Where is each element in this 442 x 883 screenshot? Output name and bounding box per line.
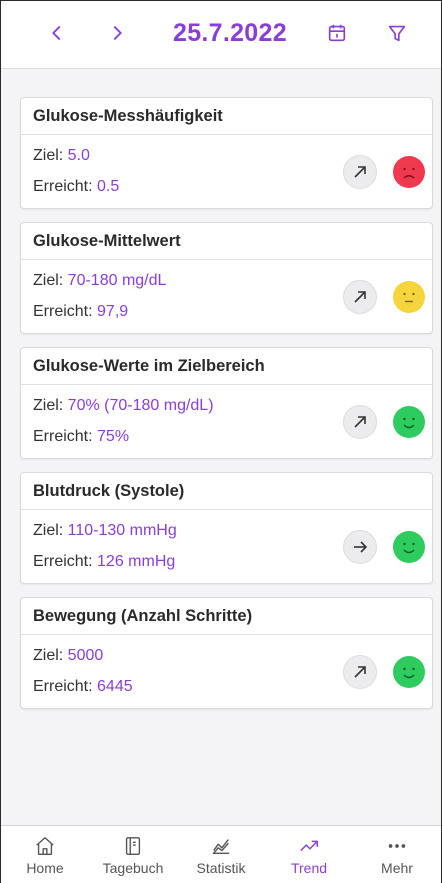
home-icon <box>36 837 54 855</box>
sad-face-icon <box>393 156 425 188</box>
achieved-label: Erreicht: <box>33 678 98 695</box>
selected-date[interactable]: 25.7.2022 <box>173 19 287 48</box>
target-row: Ziel: 70% (70-180 mg/dL) <box>33 397 214 415</box>
card-title: Glukose-Werte im Zielbereich <box>21 348 432 385</box>
trend-button[interactable] <box>343 155 377 189</box>
arrow-right-icon <box>354 541 368 553</box>
target-value: 70-180 mg/dL <box>67 272 167 289</box>
arrow-up-right-icon <box>354 166 366 178</box>
target-value: 5.0 <box>67 147 90 164</box>
goal-card: Glukose-Werte im Zielbereich Ziel: 70% (… <box>20 347 433 459</box>
bottom-tab-bar: Home Tagebuch Statistik Trend Mehr <box>1 825 441 883</box>
tab-statistik[interactable]: Statistik <box>177 826 265 883</box>
goal-card: Glukose-Mittelwert Ziel: 70-180 mg/dL Er… <box>20 222 433 334</box>
tab-label: Tagebuch <box>102 860 164 876</box>
achieved-value: 75% <box>97 428 130 445</box>
calendar-icon <box>328 24 346 42</box>
status-face <box>393 281 425 313</box>
card-title: Glukose-Mittelwert <box>21 223 432 260</box>
calendar-button[interactable] <box>319 15 355 51</box>
trend-content: Glukose-Messhäufigkeit Ziel: 5.0 Erreich… <box>1 69 441 825</box>
achieved-value: 97,9 <box>97 303 129 320</box>
top-header: 25.7.2022 <box>1 1 441 69</box>
chevron-right-icon <box>113 25 122 41</box>
card-title: Glukose-Messhäufigkeit <box>21 98 432 135</box>
happy-face-icon <box>393 406 425 438</box>
arrow-up-right-icon <box>354 291 366 303</box>
achieved-label: Erreicht: <box>33 303 98 320</box>
chevron-left-icon <box>52 25 61 41</box>
tab-mehr[interactable]: Mehr <box>353 826 441 883</box>
target-label: Ziel: <box>33 397 68 414</box>
target-row: Ziel: 5000 <box>33 647 103 665</box>
card-title: Blutdruck (Systole) <box>21 473 432 510</box>
achieved-row: Erreicht: 126 mmHg <box>33 553 175 571</box>
target-row: Ziel: 110-130 mmHg <box>33 522 177 540</box>
target-value: 5000 <box>67 647 104 664</box>
target-value: 110-130 mmHg <box>67 522 177 539</box>
goal-card: Glukose-Messhäufigkeit Ziel: 5.0 Erreich… <box>20 97 433 209</box>
tab-label: Home <box>26 860 64 876</box>
target-value: 70% (70-180 mg/dL) <box>67 397 214 414</box>
tab-home[interactable]: Home <box>1 826 89 883</box>
arrow-up-right-icon <box>354 666 366 678</box>
tab-label: Trend <box>290 860 328 876</box>
next-day-button[interactable] <box>99 15 135 51</box>
tab-label: Mehr <box>381 860 413 876</box>
trend-button[interactable] <box>343 655 377 689</box>
achieved-row: Erreicht: 75% <box>33 428 129 446</box>
achieved-label: Erreicht: <box>33 178 98 195</box>
achieved-row: Erreicht: 6445 <box>33 678 133 696</box>
goal-card: Bewegung (Anzahl Schritte) Ziel: 5000 Er… <box>20 597 433 709</box>
card-title: Bewegung (Anzahl Schritte) <box>21 598 432 635</box>
happy-face-icon <box>393 531 425 563</box>
tab-label: Statistik <box>196 860 246 876</box>
target-label: Ziel: <box>33 522 68 539</box>
target-label: Ziel: <box>33 147 68 164</box>
notebook-icon <box>125 837 141 855</box>
previous-day-button[interactable] <box>39 15 75 51</box>
goal-card: Blutdruck (Systole) Ziel: 110-130 mmHg E… <box>20 472 433 584</box>
achieved-label: Erreicht: <box>33 553 98 570</box>
filter-button[interactable] <box>379 15 415 51</box>
status-face <box>393 531 425 563</box>
achieved-label: Erreicht: <box>33 428 98 445</box>
achieved-row: Erreicht: 0.5 <box>33 178 119 196</box>
statistics-icon <box>212 839 230 855</box>
achieved-value: 126 mmHg <box>97 553 176 570</box>
achieved-row: Erreicht: 97,9 <box>33 303 128 321</box>
more-icon <box>388 844 406 848</box>
target-row: Ziel: 70-180 mg/dL <box>33 272 166 290</box>
trend-icon <box>300 840 318 852</box>
tab-tagebuch[interactable]: Tagebuch <box>89 826 177 883</box>
target-row: Ziel: 5.0 <box>33 147 90 165</box>
achieved-value: 6445 <box>97 678 133 695</box>
happy-face-icon <box>393 656 425 688</box>
target-label: Ziel: <box>33 647 68 664</box>
neutral-face-icon <box>393 281 425 313</box>
filter-icon <box>388 25 406 42</box>
tab-trend[interactable]: Trend <box>265 826 353 883</box>
target-label: Ziel: <box>33 272 68 289</box>
trend-button[interactable] <box>343 530 377 564</box>
trend-button[interactable] <box>343 405 377 439</box>
status-face <box>393 156 425 188</box>
arrow-up-right-icon <box>354 416 366 428</box>
achieved-value: 0.5 <box>97 178 120 195</box>
trend-button[interactable] <box>343 280 377 314</box>
status-face <box>393 406 425 438</box>
status-face <box>393 656 425 688</box>
